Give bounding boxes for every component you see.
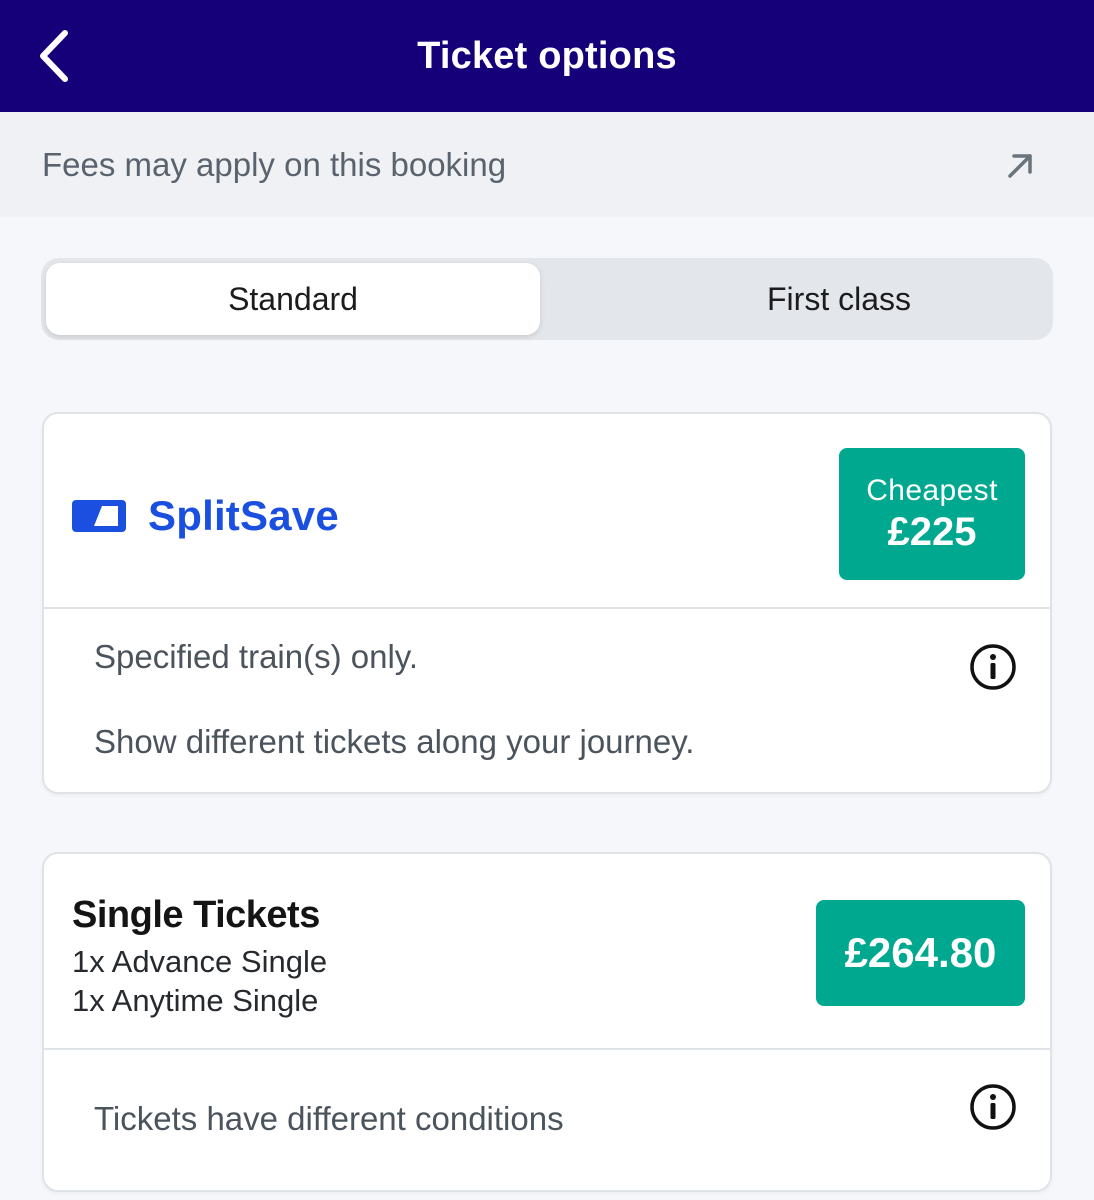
card-divider <box>44 1048 1050 1050</box>
back-button[interactable] <box>26 28 82 84</box>
info-icon[interactable] <box>968 1082 1018 1132</box>
fees-notice-text: Fees may apply on this booking <box>42 145 507 183</box>
splitsave-brand-name: SplitSave <box>148 492 339 539</box>
splitsave-logo-icon <box>72 500 126 532</box>
splitsave-logo: SplitSave <box>72 492 339 540</box>
condition-text: Specified train(s) only. <box>94 638 419 675</box>
splitsave-price: £225 <box>887 509 977 554</box>
chevron-left-icon <box>40 30 68 82</box>
single-tickets-price: £264.80 <box>844 929 997 976</box>
splitsave-card[interactable]: SplitSave Cheapest £225 Specified train(… <box>42 412 1052 794</box>
class-toggle: Standard First class <box>41 258 1053 340</box>
ticket-item: 1x Advance Single <box>72 944 328 979</box>
info-icon[interactable] <box>968 642 1018 692</box>
single-tickets-card[interactable]: Single Tickets 1x Advance Single 1x Anyt… <box>42 852 1052 1192</box>
splitsave-price-badge[interactable]: Cheapest £225 <box>839 448 1025 580</box>
tab-standard[interactable]: Standard <box>46 263 540 335</box>
arrow-up-right-icon <box>1008 154 1032 178</box>
ticket-item: 1x Anytime Single <box>72 983 319 1018</box>
card-divider <box>44 607 1050 609</box>
page-title: Ticket options <box>417 34 677 77</box>
condition-text: Show different tickets along your journe… <box>94 723 695 760</box>
single-tickets-price-badge[interactable]: £264.80 <box>816 900 1025 1006</box>
condition-text: Tickets have different conditions <box>94 1100 564 1137</box>
tab-first-class[interactable]: First class <box>592 263 1086 335</box>
cheapest-label: Cheapest <box>866 473 998 507</box>
fees-notice-link[interactable]: Fees may apply on this booking <box>0 112 1094 217</box>
app-header: Ticket options <box>0 0 1094 112</box>
ticket-title: Single Tickets <box>72 894 320 936</box>
